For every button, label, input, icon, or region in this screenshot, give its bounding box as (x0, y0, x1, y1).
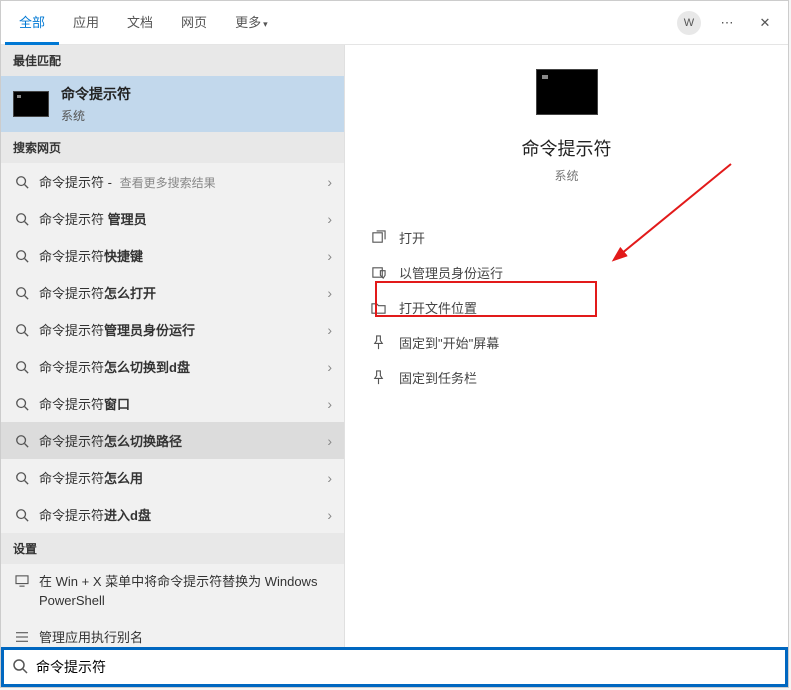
web-result-item[interactable]: 命令提示符进入d盘 › (1, 496, 344, 533)
monitor-icon (13, 575, 31, 587)
web-result-item[interactable]: 命令提示符 管理员 › (1, 200, 344, 237)
action-label: 以管理员身份运行 (399, 263, 503, 282)
search-icon (13, 212, 31, 226)
chevron-right-icon: › (327, 359, 332, 375)
action-open[interactable]: 打开 (357, 220, 776, 255)
web-result-label: 命令提示符管理员身份运行 (39, 320, 327, 339)
best-match-header: 最佳匹配 (1, 45, 344, 76)
web-result-item[interactable]: 命令提示符怎么用 › (1, 459, 344, 496)
list-icon (13, 631, 31, 643)
settings-item[interactable]: 管理应用执行别名 (1, 620, 344, 647)
tab-all[interactable]: 全部 (5, 1, 59, 45)
search-window: 全部 应用 文档 网页 更多▾ W ⋯ ✕ 最佳匹配 命令提示符 系统 搜索网页… (0, 0, 789, 688)
web-result-label: 命令提示符怎么打开 (39, 283, 327, 302)
close-button[interactable]: ✕ (746, 4, 784, 42)
chevron-right-icon: › (327, 507, 332, 523)
web-result-item[interactable]: 命令提示符管理员身份运行 › (1, 311, 344, 348)
folder-icon (367, 300, 389, 315)
close-icon: ✕ (760, 15, 771, 31)
web-result-item[interactable]: 命令提示符快捷键 › (1, 237, 344, 274)
web-result-label: 命令提示符怎么用 (39, 468, 327, 487)
chevron-right-icon: › (327, 174, 332, 190)
tab-web[interactable]: 网页 (167, 1, 221, 45)
action-list: 打开 以管理员身份运行 打开文件位置 固定到"开始"屏幕 固定到任务栏 (345, 220, 788, 395)
ellipsis-icon: ⋯ (721, 15, 734, 31)
action-label: 打开 (399, 228, 425, 247)
open-icon (367, 230, 389, 245)
search-icon (13, 471, 31, 485)
results-pane: 最佳匹配 命令提示符 系统 搜索网页 命令提示符 - 查看更多搜索结果 › 命令… (1, 45, 345, 647)
action-pin-start[interactable]: 固定到"开始"屏幕 (357, 325, 776, 360)
search-icon (12, 658, 28, 677)
action-label: 固定到"开始"屏幕 (399, 333, 499, 352)
chevron-right-icon: › (327, 285, 332, 301)
best-match-item[interactable]: 命令提示符 系统 (1, 76, 344, 132)
best-match-subtitle: 系统 (61, 107, 131, 124)
search-icon (13, 397, 31, 411)
settings-item[interactable]: 在 Win + X 菜单中将命令提示符替换为 Windows PowerShel… (1, 564, 344, 620)
best-match-title: 命令提示符 (61, 84, 131, 104)
action-pin-taskbar[interactable]: 固定到任务栏 (357, 360, 776, 395)
tab-more[interactable]: 更多▾ (221, 1, 282, 45)
settings-item-label: 在 Win + X 菜单中将命令提示符替换为 Windows PowerShel… (39, 573, 332, 611)
preview-title: 命令提示符 (522, 135, 612, 161)
web-result-item[interactable]: 命令提示符窗口 › (1, 385, 344, 422)
pin-icon (367, 335, 389, 350)
web-result-item[interactable]: 命令提示符怎么切换路径 › (1, 422, 344, 459)
web-result-item[interactable]: 命令提示符怎么打开 › (1, 274, 344, 311)
chevron-right-icon: › (327, 248, 332, 264)
search-icon (13, 175, 31, 189)
search-icon (13, 249, 31, 263)
action-run-admin[interactable]: 以管理员身份运行 (357, 255, 776, 290)
cmd-thumbnail-icon (13, 91, 49, 117)
tab-apps[interactable]: 应用 (59, 1, 113, 45)
chevron-right-icon: › (327, 322, 332, 338)
action-label: 固定到任务栏 (399, 368, 477, 387)
web-result-label: 命令提示符窗口 (39, 394, 327, 413)
web-result-label: 命令提示符怎么切换到d盘 (39, 357, 327, 376)
search-input[interactable] (36, 659, 777, 675)
web-result-label: 命令提示符 - 查看更多搜索结果 (39, 172, 327, 191)
search-icon (13, 360, 31, 374)
settings-item-label: 管理应用执行别名 (39, 629, 332, 647)
chevron-down-icon: ▾ (263, 19, 268, 29)
pin-icon (367, 370, 389, 385)
web-results-header: 搜索网页 (1, 132, 344, 163)
tab-more-label: 更多 (235, 15, 261, 30)
search-icon (13, 434, 31, 448)
web-result-label: 命令提示符 管理员 (39, 209, 327, 228)
search-icon (13, 508, 31, 522)
search-icon (13, 323, 31, 337)
chevron-right-icon: › (327, 470, 332, 486)
chevron-right-icon: › (327, 396, 332, 412)
cmd-large-icon (536, 69, 598, 115)
web-result-item[interactable]: 命令提示符怎么切换到d盘 › (1, 348, 344, 385)
preview-subtitle: 系统 (554, 167, 578, 184)
more-options-button[interactable]: ⋯ (708, 4, 746, 42)
header-tabs: 全部 应用 文档 网页 更多▾ W ⋯ ✕ (1, 1, 788, 45)
tab-docs[interactable]: 文档 (113, 1, 167, 45)
action-label: 打开文件位置 (399, 298, 477, 317)
chevron-right-icon: › (327, 211, 332, 227)
avatar-letter: W (677, 11, 701, 35)
web-result-item[interactable]: 命令提示符 - 查看更多搜索结果 › (1, 163, 344, 200)
search-box[interactable] (1, 647, 788, 687)
user-avatar[interactable]: W (670, 4, 708, 42)
body: 最佳匹配 命令提示符 系统 搜索网页 命令提示符 - 查看更多搜索结果 › 命令… (1, 45, 788, 647)
web-result-label: 命令提示符怎么切换路径 (39, 431, 327, 450)
best-match-info: 命令提示符 系统 (61, 84, 131, 124)
web-result-label: 命令提示符快捷键 (39, 246, 327, 265)
settings-header: 设置 (1, 533, 344, 564)
action-open-location[interactable]: 打开文件位置 (357, 290, 776, 325)
web-result-label: 命令提示符进入d盘 (39, 505, 327, 524)
chevron-right-icon: › (327, 433, 332, 449)
preview-pane: 命令提示符 系统 打开 以管理员身份运行 打开文件位置 固定到"开始"屏幕 (345, 45, 788, 647)
shield-icon (367, 265, 389, 280)
search-icon (13, 286, 31, 300)
